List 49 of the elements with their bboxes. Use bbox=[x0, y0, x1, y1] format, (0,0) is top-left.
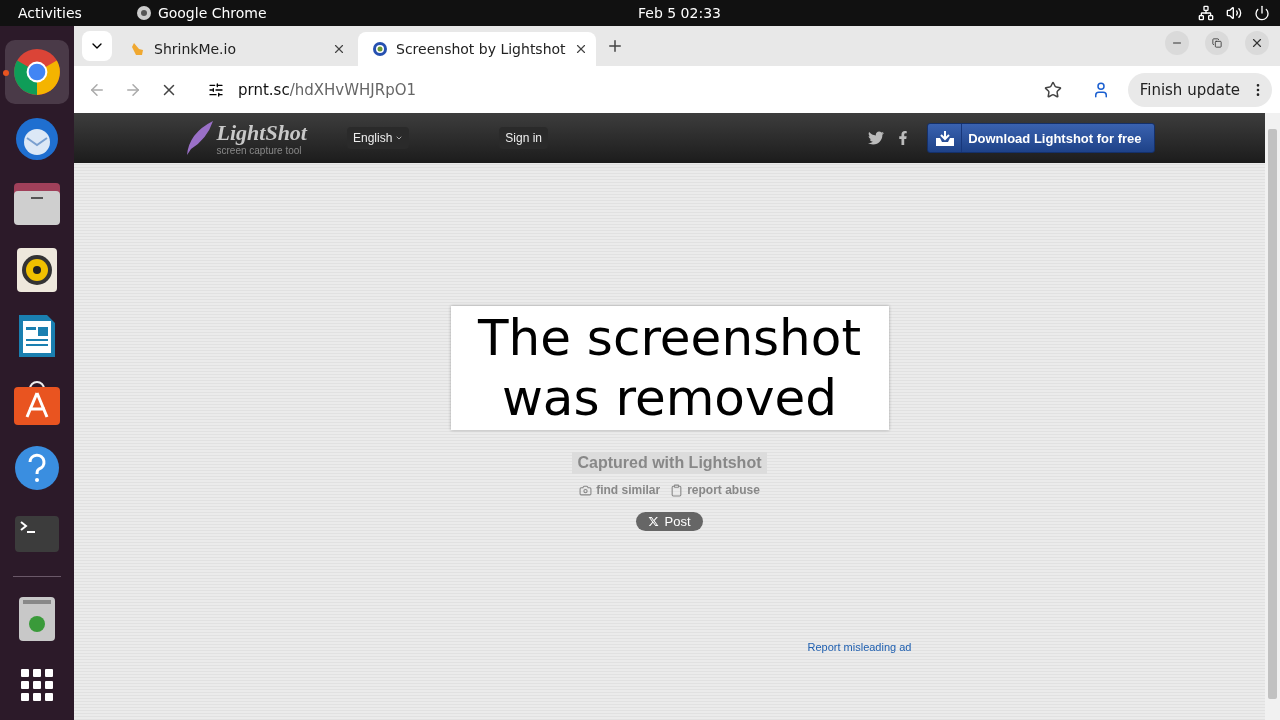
x-logo-icon bbox=[648, 516, 660, 527]
document-icon bbox=[17, 313, 57, 359]
lightshot-icon bbox=[372, 41, 388, 57]
speaker-icon bbox=[17, 248, 57, 292]
twitter-icon[interactable] bbox=[868, 130, 885, 146]
sign-in-button[interactable]: Sign in bbox=[499, 127, 549, 149]
help-icon bbox=[14, 445, 60, 491]
new-tab-button[interactable] bbox=[606, 37, 624, 55]
shopping-bag-icon bbox=[14, 379, 60, 425]
bookmark-button[interactable] bbox=[1043, 80, 1062, 99]
network-icon[interactable] bbox=[1198, 5, 1214, 21]
close-window-button[interactable] bbox=[1245, 30, 1269, 55]
site-info-icon bbox=[208, 81, 224, 98]
post-button[interactable]: Post bbox=[636, 512, 703, 531]
close-tab-button[interactable] bbox=[574, 42, 588, 56]
lightshot-logo[interactable]: LightShot screen capture tool bbox=[184, 119, 307, 157]
maximize-button[interactable] bbox=[1205, 30, 1229, 55]
volume-icon[interactable] bbox=[1226, 5, 1242, 21]
power-icon[interactable] bbox=[1254, 5, 1270, 21]
activities-button[interactable]: Activities bbox=[18, 5, 82, 21]
app-menu[interactable]: Google Chrome bbox=[135, 5, 267, 21]
browser-tab[interactable]: Screenshot by Lightshot bbox=[358, 32, 596, 66]
feather-icon bbox=[184, 119, 215, 157]
download-tray-icon bbox=[934, 130, 955, 146]
tab-search-button[interactable] bbox=[82, 31, 112, 61]
clock[interactable]: Feb 5 02:33 bbox=[638, 5, 721, 21]
browser-tab[interactable]: ShrinkMe.io bbox=[116, 32, 354, 66]
caret-icon bbox=[395, 134, 404, 142]
close-tab-button[interactable] bbox=[332, 42, 346, 56]
scrollbar-thumb[interactable] bbox=[1268, 129, 1277, 699]
report-ad-link[interactable]: Report misleading ad bbox=[807, 641, 912, 653]
chrome-icon bbox=[12, 47, 62, 97]
captured-label: Captured with Lightshot bbox=[571, 452, 768, 474]
finish-update-button[interactable]: Finish update bbox=[1127, 72, 1272, 107]
trash-icon bbox=[19, 597, 55, 641]
download-button[interactable]: Download Lightshot for free bbox=[927, 123, 1155, 153]
camera-icon bbox=[579, 483, 593, 497]
terminal-icon bbox=[15, 516, 59, 552]
clipboard-icon bbox=[670, 483, 684, 497]
tab-title: ShrinkMe.io bbox=[154, 41, 237, 57]
removed-message: The screenshot was removed bbox=[450, 306, 889, 430]
folder-icon bbox=[14, 183, 60, 225]
chrome-icon bbox=[135, 5, 152, 21]
minimize-button[interactable] bbox=[1165, 30, 1189, 55]
tab-title: Screenshot by Lightshot bbox=[396, 41, 566, 57]
app-grid-icon bbox=[21, 669, 53, 701]
restore-icon bbox=[1212, 37, 1222, 48]
language-dropdown[interactable]: English bbox=[347, 127, 410, 149]
dock-item[interactable] bbox=[5, 40, 69, 104]
